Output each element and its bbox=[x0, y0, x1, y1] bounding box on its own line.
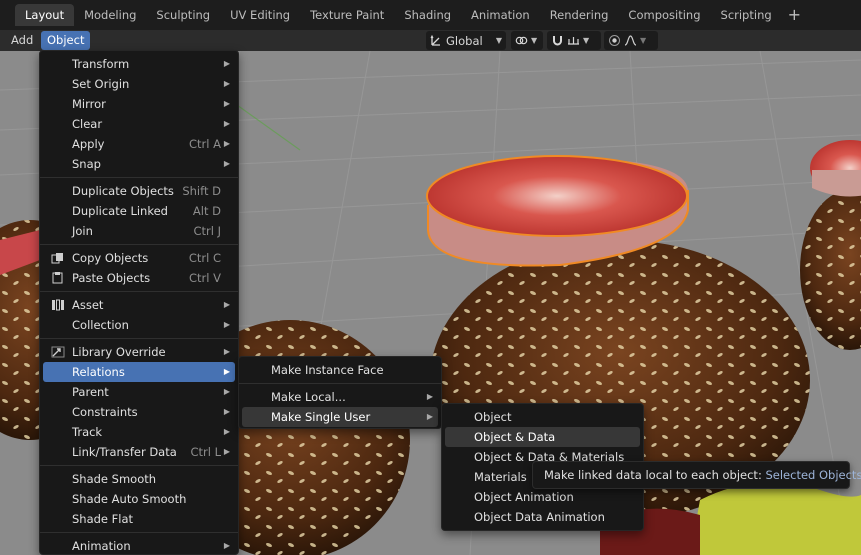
tab-compositing[interactable]: Compositing bbox=[618, 4, 710, 26]
menu-item-animation[interactable]: Animation ▶ bbox=[43, 536, 235, 555]
falloff-curve-icon bbox=[624, 35, 637, 46]
submenu-arrow-icon: ▶ bbox=[223, 407, 230, 416]
tooltip-text: Make linked data local to each object: bbox=[544, 468, 762, 482]
tab-uv-editing[interactable]: UV Editing bbox=[220, 4, 300, 26]
menu-item-duplicate-linked[interactable]: Duplicate Linked Alt D bbox=[43, 201, 235, 221]
menu-item-shade-smooth[interactable]: Shade Smooth bbox=[43, 469, 235, 489]
menu-item-transform[interactable]: Transform ▶ bbox=[43, 54, 235, 74]
tab-modeling[interactable]: Modeling bbox=[74, 4, 146, 26]
submenu-arrow-icon: ▶ bbox=[223, 139, 230, 148]
orientation-label: Global bbox=[446, 33, 483, 48]
menu-item-mirror[interactable]: Mirror ▶ bbox=[43, 94, 235, 114]
tab-layout[interactable]: Layout bbox=[15, 4, 75, 26]
snapping-controls[interactable]: ▼ bbox=[547, 31, 601, 50]
pivot-icon bbox=[515, 36, 528, 45]
menu-separator bbox=[40, 532, 238, 533]
menu-item-relations[interactable]: Relations ▶ bbox=[43, 362, 235, 382]
relations-submenu: Make Instance Face Make Local... ▶ Make S… bbox=[238, 356, 442, 429]
tab-sculpting[interactable]: Sculpting bbox=[146, 4, 220, 26]
submenu-arrow-icon: ▶ bbox=[223, 347, 230, 356]
submenu-arrow-icon: ▶ bbox=[426, 412, 433, 421]
menu-item-track[interactable]: Track ▶ bbox=[43, 422, 235, 442]
menu-item-library-override[interactable]: Library Override ▶ bbox=[43, 342, 235, 362]
menu-item-parent[interactable]: Parent ▶ bbox=[43, 382, 235, 402]
viewport-header: Add Object Global ▼ ▼ ▼ ▼ bbox=[0, 30, 861, 51]
menu-item-copy-objects[interactable]: Copy Objects Ctrl C bbox=[43, 248, 235, 268]
menu-item-object-and-data[interactable]: Object & Data bbox=[445, 427, 640, 447]
submenu-arrow-icon: ▶ bbox=[223, 447, 230, 456]
menu-item-constraints[interactable]: Constraints ▶ bbox=[43, 402, 235, 422]
tab-rendering[interactable]: Rendering bbox=[540, 4, 619, 26]
menu-separator bbox=[40, 177, 238, 178]
submenu-arrow-icon: ▶ bbox=[223, 119, 230, 128]
menu-item-make-local[interactable]: Make Local... ▶ bbox=[242, 387, 438, 407]
tab-shading[interactable]: Shading bbox=[394, 4, 461, 26]
menu-item-duplicate-objects[interactable]: Duplicate Objects Shift D bbox=[43, 181, 235, 201]
proportional-editing-icon bbox=[609, 35, 620, 46]
menu-item-object[interactable]: Object bbox=[445, 407, 640, 427]
tab-scripting[interactable]: Scripting bbox=[711, 4, 782, 26]
menu-separator bbox=[40, 244, 238, 245]
menu-separator bbox=[239, 383, 441, 384]
orientation-icon bbox=[430, 34, 440, 46]
menu-item-clear[interactable]: Clear ▶ bbox=[43, 114, 235, 134]
menu-item-shade-auto-smooth[interactable]: Shade Auto Smooth bbox=[43, 489, 235, 509]
object-menu: Transform ▶ Set Origin ▶ Mirror ▶ Clear ▶ Ap… bbox=[39, 50, 239, 555]
pivot-point-dropdown[interactable]: ▼ bbox=[511, 31, 543, 50]
menu-item-object-data-animation[interactable]: Object Data Animation bbox=[445, 507, 640, 527]
menu-item-object-animation[interactable]: Object Animation bbox=[445, 487, 640, 507]
submenu-arrow-icon: ▶ bbox=[223, 59, 230, 68]
add-workspace-button[interactable]: + bbox=[782, 4, 807, 26]
menu-item-join[interactable]: Join Ctrl J bbox=[43, 221, 235, 241]
submenu-arrow-icon: ▶ bbox=[223, 427, 230, 436]
add-menu-button[interactable]: Add bbox=[5, 31, 39, 50]
object-menu-button[interactable]: Object bbox=[41, 31, 91, 50]
submenu-arrow-icon: ▶ bbox=[223, 79, 230, 88]
menu-item-make-single-user[interactable]: Make Single User ▶ bbox=[242, 407, 438, 427]
menu-separator bbox=[40, 465, 238, 466]
paste-icon bbox=[52, 272, 63, 284]
magnet-icon bbox=[553, 36, 562, 46]
menu-item-make-instance-face[interactable]: Make Instance Face bbox=[242, 360, 438, 380]
tab-animation[interactable]: Animation bbox=[461, 4, 540, 26]
snap-increment-icon bbox=[568, 37, 579, 45]
chevron-down-icon: ▼ bbox=[583, 36, 590, 45]
menu-item-snap[interactable]: Snap ▶ bbox=[43, 154, 235, 174]
menu-item-collection[interactable]: Collection ▶ bbox=[43, 315, 235, 335]
submenu-arrow-icon: ▶ bbox=[426, 392, 433, 401]
tooltip-value: Selected Objects bbox=[765, 468, 861, 482]
transform-orientation-dropdown[interactable]: Global ▼ bbox=[426, 31, 506, 50]
menu-item-shade-flat[interactable]: Shade Flat bbox=[43, 509, 235, 529]
tooltip: Make linked data local to each object: S… bbox=[532, 461, 861, 489]
workspace-tab-bar: Layout Modeling Sculpting UV Editing Tex… bbox=[0, 0, 861, 30]
menu-separator bbox=[40, 291, 238, 292]
proportional-editing-controls[interactable]: ▼ bbox=[604, 31, 658, 50]
submenu-arrow-icon: ▶ bbox=[223, 320, 230, 329]
menu-item-set-origin[interactable]: Set Origin ▶ bbox=[43, 74, 235, 94]
menu-item-link-transfer-data[interactable]: Link/Transfer Data Ctrl L ▶ bbox=[43, 442, 235, 462]
copy-icon bbox=[51, 253, 63, 264]
submenu-arrow-icon: ▶ bbox=[223, 541, 230, 550]
submenu-arrow-icon: ▶ bbox=[223, 300, 230, 309]
submenu-arrow-icon: ▶ bbox=[223, 367, 230, 376]
menu-separator bbox=[40, 338, 238, 339]
chevron-down-icon: ▼ bbox=[495, 36, 502, 45]
library-override-icon bbox=[51, 346, 65, 358]
chevron-down-icon: ▼ bbox=[531, 36, 538, 45]
chevron-down-icon: ▼ bbox=[640, 36, 647, 45]
submenu-arrow-icon: ▶ bbox=[223, 159, 230, 168]
menu-item-apply[interactable]: Apply Ctrl A ▶ bbox=[43, 134, 235, 154]
submenu-arrow-icon: ▶ bbox=[223, 99, 230, 108]
menu-item-paste-objects[interactable]: Paste Objects Ctrl V bbox=[43, 268, 235, 288]
menu-item-asset[interactable]: Asset ▶ bbox=[43, 295, 235, 315]
submenu-arrow-icon: ▶ bbox=[223, 387, 230, 396]
tab-texture-paint[interactable]: Texture Paint bbox=[300, 4, 394, 26]
asset-icon bbox=[52, 299, 64, 311]
